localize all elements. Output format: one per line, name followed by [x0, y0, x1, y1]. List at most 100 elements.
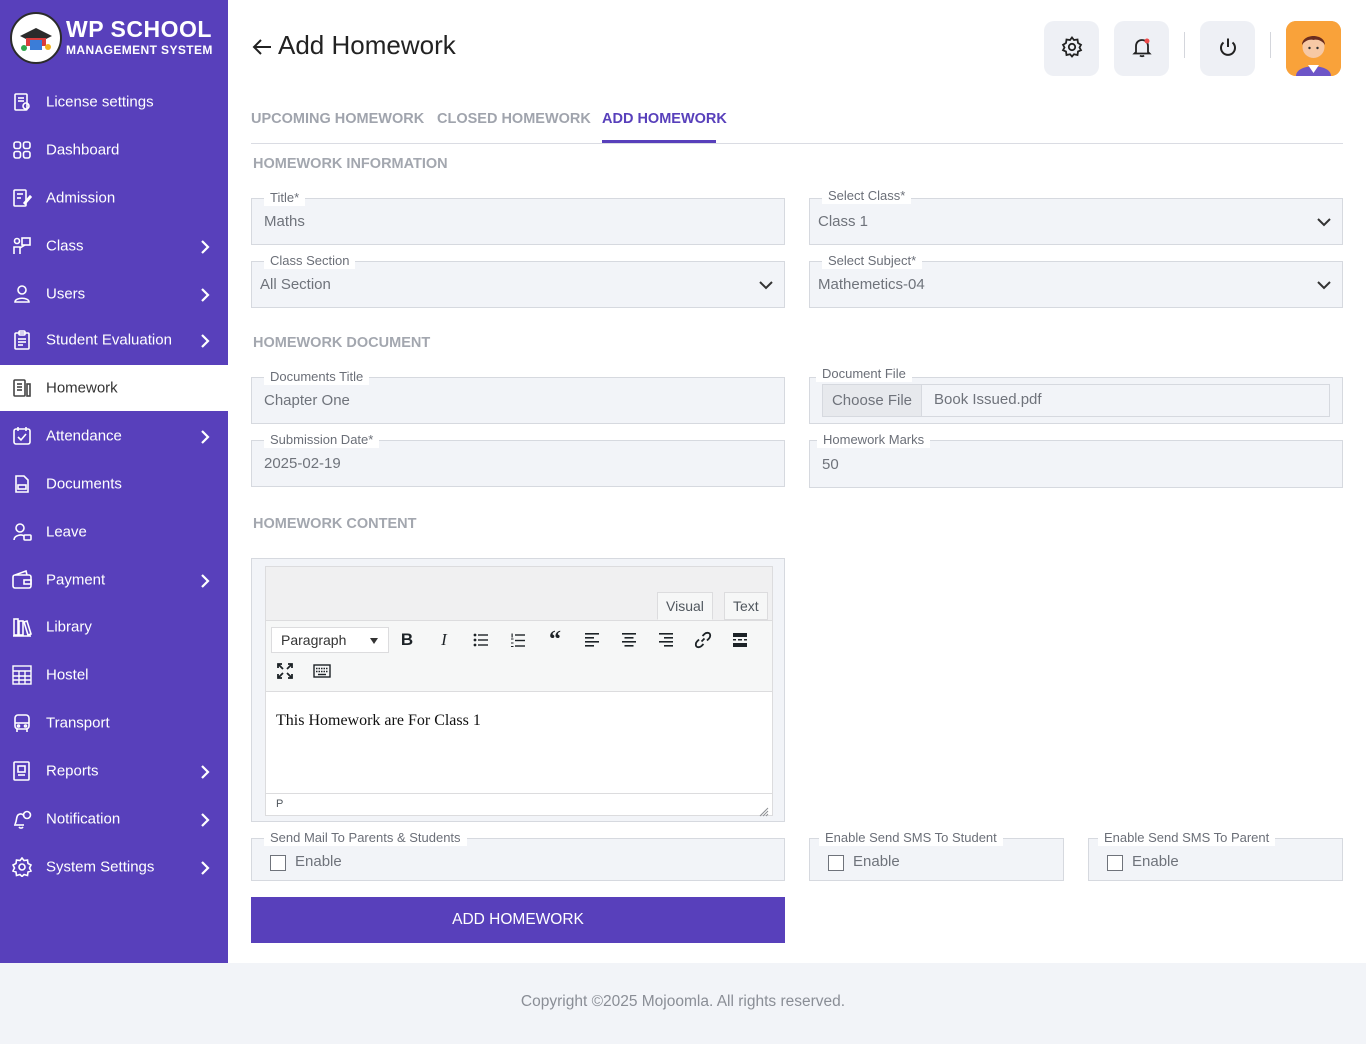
- resize-handle-icon[interactable]: [759, 802, 769, 817]
- chevron-down-icon: [1316, 214, 1332, 230]
- sidebar-item-label: Library: [46, 618, 92, 636]
- sidebar-item-library[interactable]: Library: [0, 604, 228, 650]
- checkbox-label: Enable: [853, 853, 900, 870]
- section-title-homework-content: HOMEWORK CONTENT: [253, 516, 417, 532]
- sidebar-item-label: Users: [46, 285, 86, 303]
- paragraph-format-select[interactable]: Paragraph: [271, 627, 389, 653]
- active-tab-indicator: [602, 140, 716, 143]
- chevron-right-icon: [198, 429, 212, 444]
- sidebar-item-license-settings[interactable]: License settings: [0, 79, 228, 125]
- sidebar-item-label: Student Evaluation: [46, 331, 172, 349]
- send-mail-checkbox[interactable]: [270, 855, 286, 871]
- sidebar-item-label: Homework: [46, 379, 118, 397]
- class-select[interactable]: Select Class* Class 1: [809, 188, 1343, 245]
- blockquote-icon[interactable]: “: [541, 626, 569, 654]
- sidebar-item-payment[interactable]: Payment: [0, 557, 228, 603]
- class-icon: [11, 235, 33, 257]
- back-arrow-icon[interactable]: [251, 36, 273, 58]
- editor-tab-text[interactable]: Text: [724, 592, 768, 620]
- homework-marks-field[interactable]: Homework Marks 50: [809, 432, 1343, 488]
- link-icon[interactable]: [689, 626, 717, 654]
- keyboard-toolbar-toggle-icon[interactable]: [308, 657, 336, 685]
- notifications-button[interactable]: [1114, 21, 1169, 76]
- title-field[interactable]: Title* Maths: [251, 190, 785, 245]
- user-icon: [11, 283, 33, 305]
- sidebar-item-documents[interactable]: Documents: [0, 461, 228, 507]
- documents-title-input[interactable]: Chapter One: [264, 392, 350, 409]
- grid-icon: [11, 139, 33, 161]
- homework-tabs: UPCOMING HOMEWORK CLOSED HOMEWORK ADD HO…: [251, 100, 1343, 144]
- hostel-icon: [11, 664, 33, 686]
- sidebar-item-admission[interactable]: Admission: [0, 175, 228, 221]
- tab-add-homework[interactable]: ADD HOMEWORK: [602, 111, 727, 127]
- numbered-list-icon[interactable]: [504, 626, 532, 654]
- bus-icon: [11, 712, 33, 734]
- sms-student-checkbox[interactable]: [828, 855, 844, 871]
- logout-button[interactable]: [1200, 21, 1255, 76]
- sidebar-item-transport[interactable]: Transport: [0, 700, 228, 746]
- checkbox-label: Enable: [1132, 853, 1179, 870]
- align-right-icon[interactable]: [652, 626, 680, 654]
- sidebar-item-reports[interactable]: Reports: [0, 748, 228, 794]
- field-label: Select Class*: [822, 188, 912, 204]
- sidebar-item-leave[interactable]: Leave: [0, 509, 228, 555]
- editor-container: Visual Text Paragraph B I “ This Homewor…: [251, 558, 785, 822]
- sms-parent-checkbox[interactable]: [1107, 855, 1123, 871]
- align-center-icon[interactable]: [615, 626, 643, 654]
- choose-file-button[interactable]: Choose File: [823, 385, 922, 416]
- settings-button[interactable]: [1044, 21, 1099, 76]
- sidebar-item-users[interactable]: Users: [0, 271, 228, 317]
- sidebar-item-label: Payment: [46, 571, 106, 589]
- power-icon: [1217, 36, 1239, 62]
- library-icon: [11, 616, 33, 638]
- chevron-right-icon: [198, 812, 212, 827]
- subject-select[interactable]: Select Subject* Mathemetics-04: [809, 253, 1343, 308]
- editor-tab-visual[interactable]: Visual: [657, 592, 713, 620]
- editor-content-area[interactable]: This Homework are For Class 1: [276, 712, 481, 730]
- rich-text-editor: Visual Text Paragraph B I “ This Homewor…: [265, 566, 773, 817]
- sms-student-option: Enable Send SMS To Student Enable: [809, 830, 1064, 881]
- sidebar-item-class[interactable]: Class: [0, 223, 228, 269]
- sidebar-item-label: Documents: [46, 475, 122, 493]
- attendance-icon: [11, 425, 33, 447]
- class-section-select[interactable]: Class Section All Section: [251, 253, 785, 308]
- sidebar-item-hostel[interactable]: Hostel: [0, 652, 228, 698]
- file-input[interactable]: Choose File Book Issued.pdf: [822, 384, 1330, 417]
- bullet-list-icon[interactable]: [467, 626, 495, 654]
- submission-date-field[interactable]: Submission Date* 2025-02-19: [251, 432, 785, 487]
- sidebar-item-notification[interactable]: Notification: [0, 796, 228, 842]
- header-divider: [1270, 32, 1271, 58]
- sms-parent-option: Enable Send SMS To Parent Enable: [1088, 830, 1343, 881]
- add-homework-button[interactable]: ADD HOMEWORK: [251, 897, 785, 943]
- italic-icon[interactable]: I: [430, 626, 458, 654]
- field-label: Send Mail To Parents & Students: [264, 830, 467, 846]
- avatar[interactable]: [1286, 21, 1341, 76]
- documents-title-field[interactable]: Documents Title Chapter One: [251, 369, 785, 424]
- editor-element-path: P: [276, 798, 284, 810]
- sidebar-item-attendance[interactable]: Attendance: [0, 413, 228, 459]
- sidebar-item-system-settings[interactable]: System Settings: [0, 844, 228, 890]
- editor-statusbar: P: [266, 793, 772, 817]
- sidebar-item-dashboard[interactable]: Dashboard: [0, 127, 228, 173]
- tab-closed-homework[interactable]: CLOSED HOMEWORK: [437, 111, 591, 127]
- format-select-value: Paragraph: [281, 632, 347, 648]
- submission-date-input[interactable]: 2025-02-19: [264, 455, 341, 472]
- brand-logo-block[interactable]: WP SCHOOL MANAGEMENT SYSTEM: [10, 12, 222, 64]
- sidebar-item-label: Dashboard: [46, 141, 120, 159]
- homework-marks-input[interactable]: 50: [822, 456, 839, 473]
- fullscreen-icon[interactable]: [271, 657, 299, 685]
- wallet-icon: [11, 569, 33, 591]
- title-input[interactable]: Maths: [264, 213, 305, 230]
- tab-upcoming-homework[interactable]: UPCOMING HOMEWORK: [251, 111, 424, 127]
- copyright-text: Copyright ©2025 Mojoomla. All rights res…: [520, 993, 846, 1010]
- gear-icon: [1061, 35, 1083, 62]
- sidebar-item-homework[interactable]: Homework: [0, 365, 228, 411]
- read-more-icon[interactable]: [726, 626, 754, 654]
- field-label: Homework Marks: [817, 432, 931, 448]
- field-label: Document File: [816, 366, 912, 382]
- align-left-icon[interactable]: [578, 626, 606, 654]
- bold-icon[interactable]: B: [393, 626, 421, 654]
- field-label: Select Subject*: [822, 253, 923, 269]
- field-label: Title*: [264, 190, 306, 206]
- sidebar-item-student-evaluation[interactable]: Student Evaluation: [0, 317, 228, 363]
